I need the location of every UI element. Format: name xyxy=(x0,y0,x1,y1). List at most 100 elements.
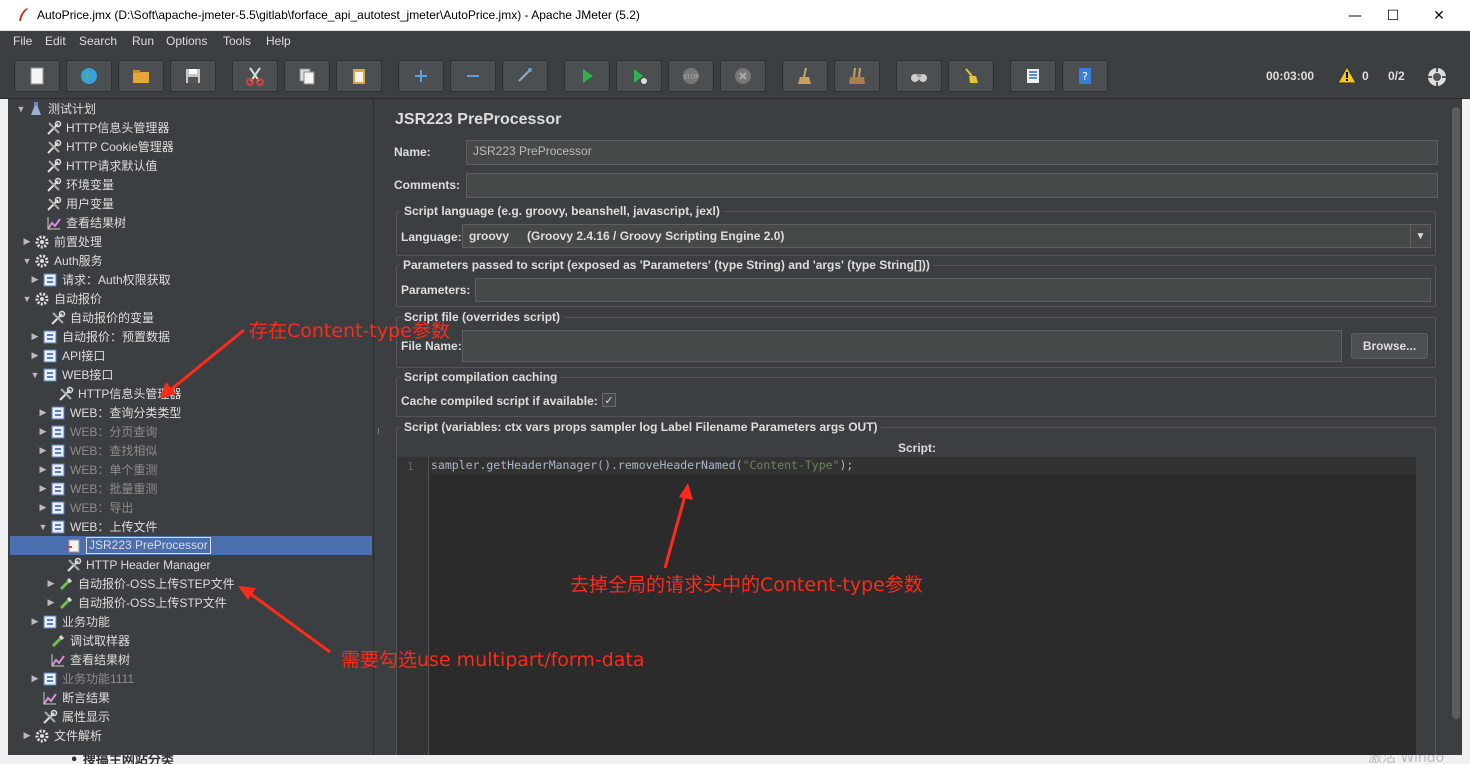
tree-node[interactable]: 环境变量 xyxy=(34,175,114,194)
parameters-field[interactable] xyxy=(475,278,1431,302)
name-field[interactable]: JSR223 PreProcessor xyxy=(466,140,1438,165)
expand-all-button[interactable] xyxy=(398,60,444,92)
tree-node[interactable]: 调试取样器 xyxy=(38,631,130,650)
search-button[interactable] xyxy=(896,60,942,92)
chevron-down-icon[interactable]: ▼ xyxy=(1410,225,1430,247)
collapsed-arrow-icon[interactable]: ▶ xyxy=(30,331,40,342)
templates-button[interactable] xyxy=(66,60,112,92)
collapse-all-button[interactable] xyxy=(450,60,496,92)
tree-node[interactable]: HTTP请求默认值 xyxy=(34,156,157,175)
tree-node[interactable]: ▶ API接口 xyxy=(30,346,105,365)
tree-node[interactable]: 用户变量 xyxy=(34,194,114,213)
open-button[interactable] xyxy=(118,60,164,92)
tree-node[interactable]: ▶ 自动报价-OSS上传STP文件 xyxy=(46,593,227,612)
cut-button[interactable] xyxy=(232,60,278,92)
file-name-field[interactable] xyxy=(462,330,1342,362)
tree-node[interactable]: ▼ Auth服务 xyxy=(22,251,103,270)
tree-node[interactable]: ▶ 前置处理 xyxy=(22,232,102,251)
tree-node[interactable]: ▶ WEB：单个重测 xyxy=(38,460,157,479)
menu-edit[interactable]: Edit xyxy=(45,34,66,48)
paste-button[interactable] xyxy=(336,60,382,92)
collapsed-arrow-icon[interactable]: ▶ xyxy=(38,407,48,418)
tree-node[interactable]: ▶ 业务功能 xyxy=(30,612,110,631)
tree-node[interactable]: ▶ 业务功能1111 xyxy=(30,669,134,688)
collapsed-arrow-icon[interactable]: ▶ xyxy=(38,426,48,437)
tree-node[interactable]: 自动报价的变量 xyxy=(38,308,154,327)
clear-all-button[interactable] xyxy=(834,60,880,92)
tree-node[interactable]: ▶ 自动报价-OSS上传STEP文件 xyxy=(46,574,235,593)
menu-options[interactable]: Options xyxy=(166,34,207,48)
tree-node[interactable]: ▶ WEB：分页查询 xyxy=(38,422,157,441)
tree-node[interactable]: HTTP信息头管理器 xyxy=(34,118,169,137)
tree-node[interactable]: 查看结果树 xyxy=(38,650,130,669)
language-select[interactable]: groovy (Groovy 2.4.16 / Groovy Scripting… xyxy=(462,224,1431,248)
tree-node[interactable]: HTTP信息头管理器 xyxy=(46,384,181,403)
tree-node[interactable]: ▶ WEB：导出 xyxy=(38,498,133,517)
start-button[interactable] xyxy=(564,60,610,92)
warning-icon[interactable] xyxy=(1337,66,1357,84)
tree-node[interactable]: HTTP Cookie管理器 xyxy=(34,137,174,156)
maximize-button[interactable]: ☐ xyxy=(1370,0,1416,31)
menu-tools[interactable]: Tools xyxy=(223,34,251,48)
tree-node-label: 环境变量 xyxy=(66,178,115,192)
collapsed-arrow-icon[interactable]: ▶ xyxy=(30,673,40,684)
tree-node[interactable]: ▼ WEB：上传文件 xyxy=(38,517,157,536)
reset-search-button[interactable] xyxy=(948,60,994,92)
menu-run[interactable]: Run xyxy=(132,34,154,48)
collapsed-arrow-icon[interactable]: ▶ xyxy=(38,464,48,475)
tree-node[interactable]: 断言结果 xyxy=(30,688,110,707)
sampler-pipette-icon xyxy=(58,576,74,592)
tree-node[interactable]: ▶ 自动报价：预置数据 xyxy=(30,327,170,346)
stop-button[interactable]: STOP xyxy=(668,60,714,92)
code-line[interactable]: sampler.getHeaderManager().removeHeaderN… xyxy=(431,458,853,472)
collapsed-arrow-icon[interactable]: ▶ xyxy=(30,274,40,285)
save-button[interactable] xyxy=(170,60,216,92)
menu-help[interactable]: Help xyxy=(266,34,291,48)
tree-node[interactable]: ▶ WEB：查询分类类型 xyxy=(38,403,181,422)
divider-grip[interactable]: ⁞ xyxy=(377,427,380,437)
new-button[interactable] xyxy=(14,60,60,92)
help-button[interactable]: ? xyxy=(1062,60,1108,92)
tree-node[interactable]: ▼ WEB接口 xyxy=(30,365,113,384)
collapsed-arrow-icon[interactable]: ▶ xyxy=(38,483,48,494)
tree-node[interactable]: ▼ 测试计划 xyxy=(16,99,96,118)
script-scrollbar[interactable] xyxy=(1416,457,1431,755)
collapsed-arrow-icon[interactable]: ▶ xyxy=(30,350,40,361)
close-button[interactable]: ✕ xyxy=(1416,0,1462,31)
shutdown-button[interactable] xyxy=(720,60,766,92)
copy-button[interactable] xyxy=(284,60,330,92)
expanded-arrow-icon[interactable]: ▼ xyxy=(22,256,32,266)
tree-node[interactable]: 属性显示 xyxy=(30,707,110,726)
tree-node[interactable]: ▶ WEB：批量重测 xyxy=(38,479,157,498)
collapsed-arrow-icon[interactable]: ▶ xyxy=(22,236,32,247)
tree-node[interactable]: ▶ 请求：Auth权限获取 xyxy=(30,270,171,289)
tree-node[interactable]: ▶ WEB：查找相似 xyxy=(38,441,157,460)
browse-button[interactable]: Browse... xyxy=(1351,333,1428,359)
collapsed-arrow-icon[interactable]: ▶ xyxy=(46,578,56,589)
expanded-arrow-icon[interactable]: ▼ xyxy=(16,104,26,114)
start-no-pause-button[interactable] xyxy=(616,60,662,92)
collapsed-arrow-icon[interactable]: ▶ xyxy=(46,597,56,608)
tree-node[interactable]: 查看结果树 xyxy=(34,213,126,232)
expanded-arrow-icon[interactable]: ▼ xyxy=(38,522,48,532)
function-helper-button[interactable] xyxy=(1010,60,1056,92)
collapsed-arrow-icon[interactable]: ▶ xyxy=(22,730,32,741)
scrollbar-thumb[interactable] xyxy=(1452,107,1460,719)
menu-search[interactable]: Search xyxy=(79,34,117,48)
comments-field[interactable] xyxy=(466,173,1438,198)
collapsed-arrow-icon[interactable]: ▶ xyxy=(38,502,48,513)
expanded-arrow-icon[interactable]: ▼ xyxy=(22,294,32,304)
menu-file[interactable]: File xyxy=(13,34,32,48)
script-editor[interactable]: 1 sampler.getHeaderManager().removeHeade… xyxy=(397,457,1431,755)
tree-node[interactable]: ▶ 文件解析 xyxy=(22,726,102,745)
clear-button[interactable] xyxy=(782,60,828,92)
toggle-button[interactable] xyxy=(502,60,548,92)
tree-node[interactable]: HTTP Header Manager xyxy=(54,555,211,574)
expanded-arrow-icon[interactable]: ▼ xyxy=(30,370,40,380)
tree-node[interactable]: ▼ 自动报价 xyxy=(22,289,102,308)
collapsed-arrow-icon[interactable]: ▶ xyxy=(30,616,40,627)
editor-scrollbar[interactable] xyxy=(1450,99,1462,755)
tree-node[interactable]: JSR223 PreProcessor xyxy=(54,536,211,555)
collapsed-arrow-icon[interactable]: ▶ xyxy=(38,445,48,456)
cache-checkbox[interactable]: ✓ xyxy=(602,393,616,407)
